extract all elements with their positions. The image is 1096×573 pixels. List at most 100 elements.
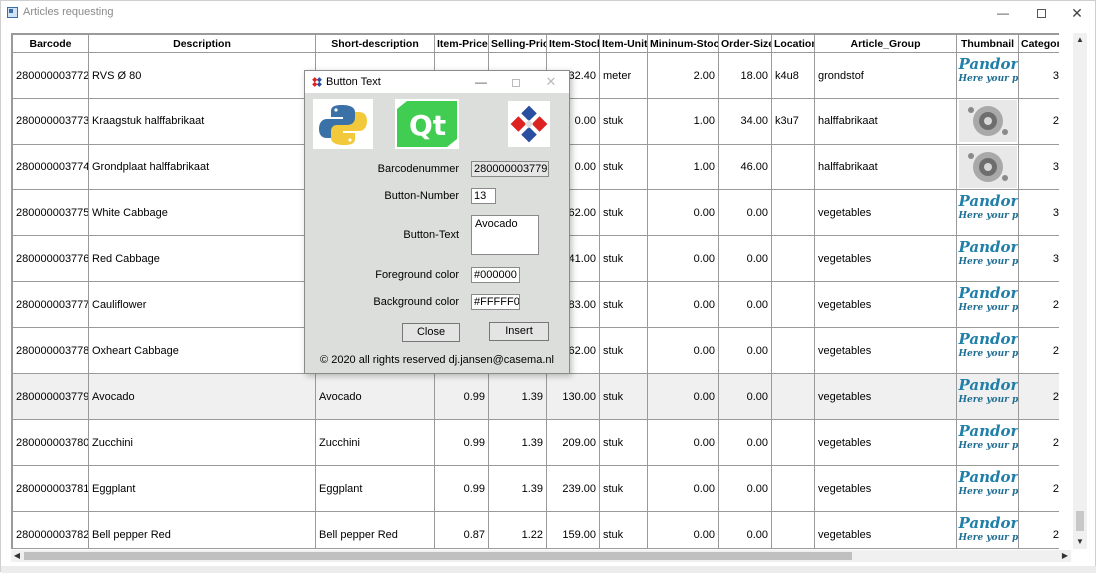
cell-order-size[interactable]: 34.00 <box>718 98 772 145</box>
cell-order-size[interactable]: 0.00 <box>718 511 772 548</box>
cell-item-stock[interactable]: 209.00 <box>546 419 600 467</box>
barcode-field[interactable]: 2800000037796 <box>471 161 549 177</box>
foreground-color-field[interactable]: #000000 <box>471 267 520 283</box>
cell-description[interactable]: White Cabbage <box>88 189 316 237</box>
cell-order-size[interactable]: 0.00 <box>718 189 772 237</box>
button-number-field[interactable]: 13 <box>471 188 496 204</box>
cell-item-unit[interactable]: stuk <box>599 235 648 283</box>
background-color-field[interactable]: #FFFFF0 <box>471 294 520 310</box>
cell-item-unit[interactable]: meter <box>599 52 648 99</box>
cell-item-unit[interactable]: stuk <box>599 327 648 375</box>
column-header[interactable]: Mininum-Stock <box>647 34 719 53</box>
cell-barcode[interactable]: 2800000037741 <box>12 143 89 191</box>
cell-item-stock[interactable]: 130.00 <box>546 373 600 421</box>
cell-item-stock[interactable]: 159.00 <box>546 511 600 548</box>
cell-description[interactable]: Red Cabbage <box>88 235 316 283</box>
cell-category[interactable]: 3 <box>1018 189 1059 237</box>
column-header[interactable]: Location <box>771 34 815 53</box>
column-header[interactable]: Short-description <box>315 34 435 53</box>
cell-minimum-stock[interactable]: 1.00 <box>647 143 719 191</box>
cell-selling-price[interactable]: 1.39 <box>488 419 547 467</box>
cell-barcode[interactable]: 2800000037765 <box>12 235 89 283</box>
cell-order-size[interactable]: 0.00 <box>718 419 772 467</box>
table-row[interactable]: 2800000037796 Avocado Avocado 0.99 1.39 130.0… <box>12 373 1059 421</box>
cell-barcode[interactable]: 2800000037734 <box>12 98 89 145</box>
cell-barcode[interactable]: 2800000037826 <box>12 511 89 548</box>
cell-item-price[interactable]: 0.99 <box>434 465 489 513</box>
cell-minimum-stock[interactable]: 0.00 <box>647 235 719 283</box>
button-text-field[interactable]: Avocado <box>471 215 539 255</box>
cell-barcode[interactable]: 2800000037789 <box>12 327 89 375</box>
cell-location[interactable] <box>771 465 815 513</box>
cell-thumbnail[interactable]: PandoraHere your photo <box>956 511 1019 548</box>
cell-order-size[interactable]: 0.00 <box>718 281 772 329</box>
cell-thumbnail[interactable]: PandoraHere your photo <box>956 327 1019 375</box>
cell-category[interactable]: 3 <box>1018 235 1059 283</box>
close-button[interactable]: Close <box>402 323 460 342</box>
scroll-right-icon[interactable]: ▶ <box>1059 550 1071 562</box>
cell-thumbnail[interactable]: PandoraHere your photo <box>956 189 1019 237</box>
cell-thumbnail[interactable]: PandoraHere your photo <box>956 52 1019 99</box>
cell-thumbnail[interactable] <box>956 143 1019 191</box>
cell-item-unit[interactable]: stuk <box>599 419 648 467</box>
cell-barcode[interactable]: 2800000037796 <box>12 373 89 421</box>
cell-item-unit[interactable]: stuk <box>599 189 648 237</box>
cell-article-group[interactable]: vegetables <box>814 373 957 421</box>
column-header[interactable]: Article_Group <box>814 34 957 53</box>
close-icon[interactable]: ✕ <box>1060 1 1094 25</box>
cell-description[interactable]: Bell pepper Red <box>88 511 316 548</box>
cell-article-group[interactable]: grondstof <box>814 52 957 99</box>
cell-thumbnail[interactable]: PandoraHere your photo <box>956 235 1019 283</box>
cell-order-size[interactable]: 18.00 <box>718 52 772 99</box>
horizontal-scrollbar[interactable]: ◀ ▶ <box>11 550 1071 562</box>
cell-item-stock[interactable]: 239.00 <box>546 465 600 513</box>
cell-item-unit[interactable]: stuk <box>599 511 648 548</box>
cell-description[interactable]: RVS Ø 80 <box>88 52 316 99</box>
column-header[interactable]: Item-Price <box>434 34 489 53</box>
cell-description[interactable]: Grondplaat halffabrikaat <box>88 143 316 191</box>
cell-description[interactable]: Oxheart Cabbage <box>88 327 316 375</box>
table-row[interactable]: 2800000037826 Bell pepper Red Bell pepper … <box>12 511 1059 548</box>
cell-article-group[interactable]: vegetables <box>814 511 957 548</box>
cell-thumbnail[interactable]: PandoraHere your photo <box>956 419 1019 467</box>
cell-category[interactable]: 2 <box>1018 465 1059 513</box>
column-header[interactable]: Barcode <box>12 34 89 53</box>
cell-minimum-stock[interactable]: 1.00 <box>647 98 719 145</box>
cell-category[interactable]: 2 <box>1018 98 1059 145</box>
cell-location[interactable] <box>771 419 815 467</box>
cell-description[interactable]: Avocado <box>88 373 316 421</box>
cell-item-unit[interactable]: stuk <box>599 98 648 145</box>
cell-article-group[interactable]: vegetables <box>814 281 957 329</box>
cell-thumbnail[interactable]: PandoraHere your photo <box>956 465 1019 513</box>
cell-short-description[interactable]: Zucchini <box>315 419 435 467</box>
cell-category[interactable]: 2 <box>1018 281 1059 329</box>
cell-article-group[interactable]: halffabrikaat <box>814 98 957 145</box>
dialog-titlebar[interactable]: Button Text — ✕ <box>305 71 569 93</box>
cell-order-size[interactable]: 46.00 <box>718 143 772 191</box>
column-header[interactable]: Description <box>88 34 316 53</box>
column-header[interactable]: Category <box>1018 34 1059 53</box>
cell-location[interactable]: k3u7 <box>771 98 815 145</box>
cell-barcode[interactable]: 2800000037772 <box>12 281 89 329</box>
cell-thumbnail[interactable]: PandoraHere your photo <box>956 281 1019 329</box>
scroll-down-icon[interactable]: ▼ <box>1073 535 1087 549</box>
cell-location[interactable] <box>771 327 815 375</box>
cell-location[interactable] <box>771 373 815 421</box>
cell-category[interactable]: 2 <box>1018 373 1059 421</box>
cell-location[interactable] <box>771 189 815 237</box>
cell-location[interactable] <box>771 511 815 548</box>
cell-selling-price[interactable]: 1.39 <box>488 465 547 513</box>
cell-order-size[interactable]: 0.00 <box>718 465 772 513</box>
cell-minimum-stock[interactable]: 2.00 <box>647 52 719 99</box>
cell-minimum-stock[interactable]: 0.00 <box>647 419 719 467</box>
cell-description[interactable]: Cauliflower <box>88 281 316 329</box>
cell-short-description[interactable]: Avocado <box>315 373 435 421</box>
column-header[interactable]: Order-Size <box>718 34 772 53</box>
window-titlebar[interactable]: Articles requesting — ✕ <box>1 1 1095 25</box>
cell-item-unit[interactable]: stuk <box>599 281 648 329</box>
scroll-up-icon[interactable]: ▲ <box>1073 33 1087 47</box>
cell-selling-price[interactable]: 1.39 <box>488 373 547 421</box>
cell-barcode[interactable]: 2800000037819 <box>12 465 89 513</box>
cell-item-price[interactable]: 0.87 <box>434 511 489 548</box>
column-header[interactable]: Item-Stock <box>546 34 600 53</box>
